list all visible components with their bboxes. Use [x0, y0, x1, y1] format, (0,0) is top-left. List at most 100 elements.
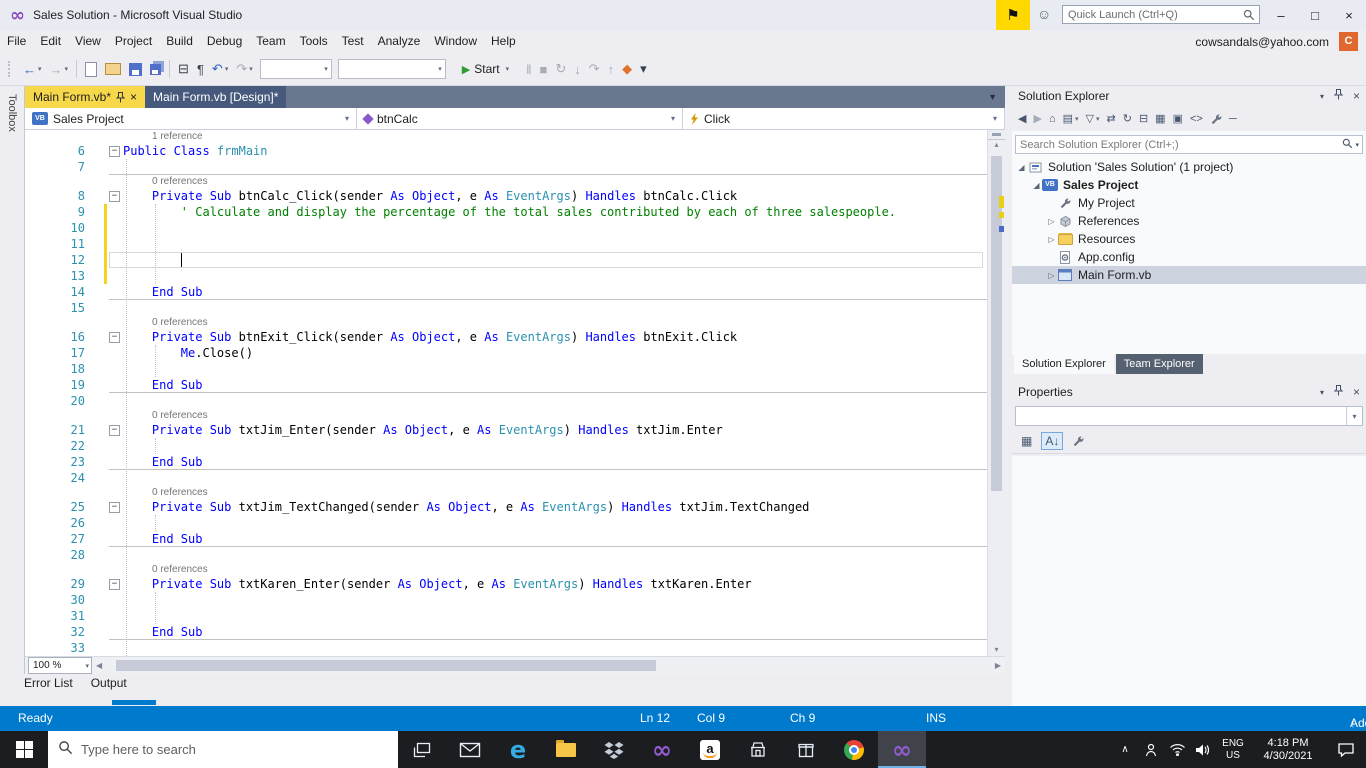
avatar[interactable]: C [1339, 32, 1358, 51]
status-character[interactable]: Ch 9 [790, 711, 815, 725]
step-over-icon[interactable]: ↷ [585, 59, 604, 79]
switch-views-icon[interactable]: ▤ ▾ [1061, 111, 1081, 126]
code-text[interactable]: Private Sub btnExit_Click(sender As Obje… [123, 329, 737, 345]
menu-debug[interactable]: Debug [200, 30, 249, 53]
step-into-icon[interactable]: ↓ [570, 60, 585, 79]
code-text[interactable]: Me.Close() [123, 345, 253, 361]
code-text[interactable]: End Sub [123, 284, 203, 300]
code-text[interactable]: Private Sub txtKaren_Enter(sender As Obj… [123, 576, 752, 592]
collapse-arrow-icon[interactable]: ◢ [1016, 163, 1027, 172]
collapse-arrow-icon[interactable]: ◢ [1031, 181, 1042, 190]
codelens-references[interactable]: 0 references [152, 563, 208, 576]
code-text[interactable]: Private Sub btnCalc_Click(sender As Obje… [123, 188, 737, 204]
toolbar-options-icon[interactable]: ▾ [636, 59, 651, 79]
store-icon[interactable] [734, 731, 782, 768]
forward-icon[interactable]: ▶ [1031, 111, 1043, 126]
step-out-icon[interactable]: ↑ [604, 60, 619, 79]
start-button[interactable]: ▶ Start ▾ [454, 60, 517, 78]
language-indicator[interactable]: ENG US [1216, 738, 1250, 762]
preview-code-icon[interactable]: <> [1188, 112, 1205, 126]
collapse-all-icon[interactable]: ⊟ [1137, 111, 1150, 126]
code-area[interactable]: 1 reference 6− Public Class frmMain 7 0 refe… [25, 130, 987, 656]
stop-icon[interactable]: ■ [535, 60, 551, 79]
editor-vertical-scrollbar[interactable]: ▴ ▾ [987, 130, 1005, 656]
visual-studio-icon[interactable]: ∞ [638, 731, 686, 768]
configuration-combo[interactable]: ▾ [259, 59, 332, 79]
codelens-references[interactable]: 0 references [152, 409, 208, 422]
tree-item[interactable]: ◢ VB Sales Project [1012, 176, 1366, 194]
sync-with-active-document-icon[interactable]: ⇄ [1105, 111, 1118, 126]
objects-combo[interactable]: btnCalc ▾ [357, 108, 683, 129]
menu-help[interactable]: Help [484, 30, 523, 53]
navigate-backward-icon[interactable]: ← ▾ [19, 60, 46, 79]
tool-window-tab[interactable]: Team Explorer [1115, 354, 1203, 374]
tree-item[interactable]: ▷ References [1012, 212, 1366, 230]
application-insights-icon[interactable]: ◆ [618, 59, 636, 79]
code-text[interactable]: Public Class frmMain [123, 143, 268, 159]
home-icon[interactable]: ⌂ [1047, 112, 1058, 126]
expand-arrow-icon[interactable]: ▷ [1046, 235, 1057, 244]
package-icon[interactable] [782, 731, 830, 768]
horizontal-scrollbar-thumb[interactable] [116, 660, 657, 671]
notifications-flag-button[interactable]: ⚑ [996, 0, 1030, 30]
menu-project[interactable]: Project [108, 30, 159, 53]
tab-output[interactable]: Output [91, 676, 127, 690]
people-icon[interactable] [1138, 743, 1164, 757]
start-button[interactable] [0, 731, 48, 768]
events-combo[interactable]: Click ▾ [683, 108, 1005, 129]
collapse-box-icon[interactable]: − [109, 425, 120, 436]
codelens-references[interactable]: 1 reference [152, 130, 203, 143]
alphabetical-icon[interactable]: A↓ [1041, 432, 1064, 450]
action-center-button[interactable] [1326, 742, 1366, 758]
code-text[interactable]: ' Calculate and display the percentage o… [123, 204, 896, 220]
status-insert-mode[interactable]: INS [926, 711, 946, 725]
save-all-icon[interactable] [146, 62, 165, 77]
pending-changes-filter-icon[interactable]: ▽ ▾ [1084, 111, 1102, 126]
collapse-box-icon[interactable]: − [109, 332, 120, 343]
window-position-chevron-icon[interactable]: ▾ [1320, 388, 1324, 397]
scroll-left-icon[interactable]: ◀ [92, 661, 106, 670]
pin-icon[interactable] [1333, 385, 1344, 399]
dropbox-icon[interactable] [590, 731, 638, 768]
code-text[interactable]: End Sub [123, 377, 203, 393]
maximize-button[interactable]: □ [1300, 0, 1330, 30]
wrench-icon[interactable] [1208, 112, 1224, 126]
taskbar-search-input[interactable]: Type here to search [48, 731, 398, 768]
collapse-box-icon[interactable]: − [109, 146, 120, 157]
new-file-icon[interactable] [81, 60, 101, 79]
network-icon[interactable] [1164, 743, 1190, 756]
redo-icon[interactable]: ↷ ▾ [232, 59, 256, 79]
menu-build[interactable]: Build [159, 30, 200, 53]
visual-studio-icon[interactable]: ∞ [878, 731, 926, 768]
volume-icon[interactable] [1190, 743, 1216, 757]
tool-window-tab[interactable]: Solution Explorer [1014, 354, 1114, 374]
chevron-down-icon[interactable]: ▾ [321, 65, 331, 73]
tree-item[interactable]: ▷ Resources [1012, 230, 1366, 248]
code-text[interactable]: Private Sub txtJim_TextChanged(sender As… [123, 499, 810, 515]
send-feedback-button[interactable]: ☺ [1037, 6, 1051, 22]
properties-object-combo[interactable]: ▾ [1015, 406, 1363, 426]
solution-explorer-search-input[interactable]: Search Solution Explorer (Ctrl+;) ▾ [1015, 135, 1363, 154]
toggle-outlining-icon[interactable]: ⊟ [174, 59, 193, 79]
close-button[interactable]: × [1334, 0, 1364, 30]
expand-arrow-icon[interactable]: ▷ [1046, 271, 1057, 280]
word-wrap-icon[interactable]: ¶ [193, 60, 208, 79]
menu-window[interactable]: Window [427, 30, 484, 53]
quick-launch-input[interactable]: Quick Launch (Ctrl+Q) [1062, 5, 1260, 24]
scroll-up-icon[interactable]: ▴ [988, 140, 1005, 149]
chevron-down-icon[interactable]: ▾ [1355, 141, 1359, 149]
pause-icon[interactable]: ‖ [522, 60, 535, 79]
navigate-forward-icon[interactable]: → ▾ [46, 60, 73, 79]
document-tab[interactable]: Main Form.vb* × [25, 86, 146, 108]
clock[interactable]: 4:18 PM 4/30/2021 [1250, 737, 1326, 763]
categorized-icon[interactable]: ▦ [1018, 433, 1035, 449]
menu-team[interactable]: Team [249, 30, 292, 53]
menu-analyze[interactable]: Analyze [371, 30, 428, 53]
document-tab[interactable]: Main Form.vb [Design]* [145, 86, 287, 108]
show-all-files-icon[interactable]: ▦ [1153, 111, 1167, 126]
codelens-references[interactable]: 0 references [152, 175, 208, 188]
close-icon[interactable]: × [1353, 89, 1360, 103]
close-icon[interactable]: × [130, 91, 137, 103]
property-pages-icon[interactable] [1069, 434, 1087, 448]
menu-tools[interactable]: Tools [293, 30, 335, 53]
